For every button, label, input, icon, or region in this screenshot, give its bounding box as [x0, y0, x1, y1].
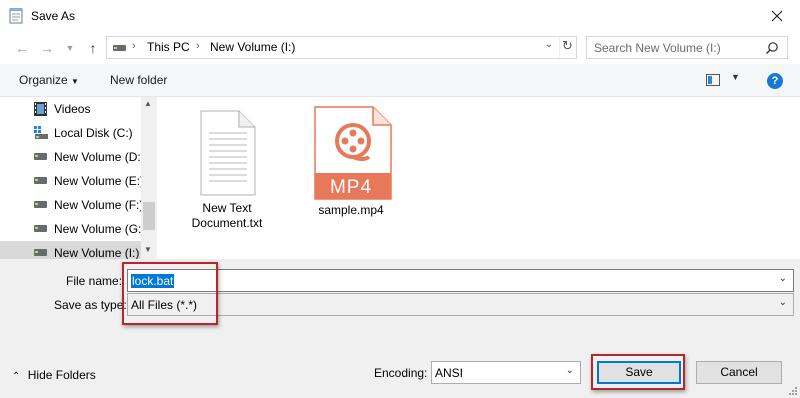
drive-icon [34, 201, 47, 208]
chevron-right-icon[interactable]: › [132, 40, 136, 52]
chevron-right-icon[interactable]: › [196, 40, 200, 52]
highlight-box-filename [122, 262, 218, 325]
close-icon [771, 10, 783, 22]
sidebar-item-videos[interactable]: Videos [0, 97, 141, 121]
sidebar-item-new-volume-f[interactable]: New Volume (F:) [0, 193, 144, 217]
highlight-box-save [591, 354, 685, 390]
drive-icon [34, 225, 47, 232]
arrow-left-icon: ← [15, 40, 29, 56]
view-options-icon[interactable] [706, 74, 720, 86]
arrow-up-icon: ↑ [89, 40, 97, 56]
chevron-down-icon[interactable]: ▼ [731, 72, 740, 82]
save-as-type-select[interactable]: All Files (*.*) ⌄ [127, 293, 794, 316]
sidebar-item-label: Videos [54, 102, 91, 116]
breadcrumb-new-volume[interactable]: New Volume (I:) [210, 40, 295, 54]
sidebar-item-label: New Volume (F:) [54, 198, 144, 212]
file-list: New Text Document.txt MP4 sample.mp4 [157, 97, 800, 259]
forward-button[interactable]: → [37, 38, 57, 58]
chevron-down-icon: ▼ [65, 43, 75, 53]
command-bar: Organize ▼ New folder ▼ ? [0, 64, 800, 97]
scrollbar-thumb[interactable] [143, 202, 155, 230]
address-dropdown-icon[interactable]: ⌄ [541, 39, 557, 56]
chevron-up-icon: ⌃ [12, 371, 21, 382]
sidebar-item-label: New Volume (G: [54, 222, 142, 236]
address-bar[interactable]: › This PC › New Volume (I:) ⌄ ↻ [106, 36, 577, 59]
drive-icon [34, 249, 47, 256]
sidebar-item-local-disk-c[interactable]: Local Disk (C:) [0, 121, 141, 145]
chevron-down-icon[interactable]: ⌄ [779, 273, 787, 284]
chevron-down-icon[interactable]: ⌄ [779, 297, 787, 308]
sidebar-item-new-volume-g[interactable]: New Volume (G: [0, 217, 141, 241]
refresh-icon[interactable]: ↻ [559, 38, 575, 57]
hide-folders-label: Hide Folders [27, 368, 96, 382]
mp4-badge: MP4 [329, 177, 373, 198]
chevron-down-icon[interactable]: ⌄ [566, 365, 574, 376]
navigation-pane: Videos Local Disk (C:) New Volume (D: Ne… [0, 97, 157, 259]
drive-icon [113, 45, 126, 51]
hide-folders-button[interactable]: ⌃ Hide Folders [12, 368, 96, 382]
file-name-label: File name: [66, 274, 123, 288]
file-name-line1: sample.mp4 [318, 203, 384, 217]
sidebar-item-new-volume-d[interactable]: New Volume (D: [0, 145, 141, 169]
new-folder-button[interactable]: New folder [110, 73, 167, 87]
encoding-label: Encoding: [374, 366, 428, 380]
sidebar-item-label: New Volume (I:) [54, 246, 140, 259]
search-input[interactable]: Search New Volume (I:) [594, 41, 721, 55]
notepad-icon [9, 8, 23, 24]
breadcrumb-this-pc[interactable]: This PC [147, 40, 190, 54]
windows-drive-icon [34, 126, 48, 139]
video-icon [34, 102, 47, 116]
organize-label: Organize [19, 73, 68, 87]
up-button[interactable]: ↑ [83, 38, 103, 58]
window-title: Save As [31, 9, 76, 23]
file-name-input[interactable]: lock.bat ⌄ [127, 269, 794, 292]
file-item-mp4[interactable]: MP4 sample.mp4 [303, 105, 399, 218]
scroll-down-icon[interactable]: ▼ [144, 245, 152, 254]
encoding-value: ANSI [435, 366, 464, 380]
search-icon [766, 42, 778, 54]
recent-locations-button[interactable]: ▼ [60, 38, 80, 58]
cancel-button[interactable]: Cancel [696, 361, 782, 384]
help-button[interactable]: ? [767, 73, 783, 89]
title-bar: Save As [0, 0, 800, 32]
file-name-line1: New Text [202, 201, 252, 215]
sidebar-item-new-volume-i[interactable]: New Volume (I:) [0, 241, 141, 259]
sidebar-item-label: New Volume (E:) [54, 174, 145, 188]
arrow-right-icon: → [40, 40, 54, 56]
search-box[interactable]: Search New Volume (I:) [586, 36, 788, 59]
close-button[interactable] [754, 0, 800, 32]
encoding-select[interactable]: ANSI ⌄ [431, 361, 581, 384]
resize-grip-icon[interactable] [787, 385, 797, 395]
chevron-down-icon: ▼ [71, 77, 79, 86]
file-item-text-document[interactable]: New Text Document.txt [181, 109, 273, 231]
save-as-type-label: Save as type: [54, 298, 127, 312]
organize-menu[interactable]: Organize ▼ [19, 73, 79, 87]
sidebar-item-label: Local Disk (C:) [54, 126, 133, 140]
drive-icon [34, 177, 47, 184]
sidebar-item-label: New Volume (D: [54, 150, 141, 164]
text-document-icon [200, 110, 256, 196]
sidebar-item-new-volume-e[interactable]: New Volume (E:) [0, 169, 145, 193]
scroll-up-icon[interactable]: ▲ [144, 99, 152, 108]
navigation-scrollbar[interactable]: ▲ ▼ [141, 97, 157, 259]
file-name-line2: Document.txt [191, 216, 263, 230]
back-button[interactable]: ← [12, 38, 32, 58]
drive-icon [34, 153, 47, 160]
